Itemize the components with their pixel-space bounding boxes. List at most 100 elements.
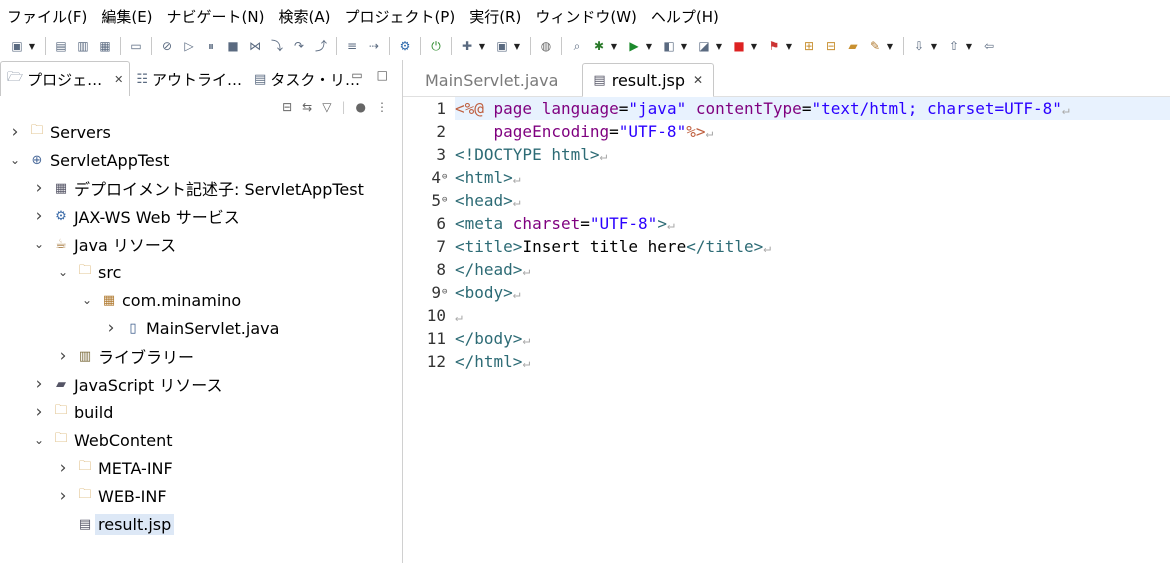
- tree-item[interactable]: › ⚙ JAX-WS Web サービス: [0, 203, 240, 229]
- stop-icon[interactable]: ■: [225, 38, 241, 54]
- step-over-icon[interactable]: ↷: [291, 38, 307, 54]
- step-return-icon[interactable]: ⤴: [313, 38, 329, 54]
- skip-icon[interactable]: ⊘: [159, 38, 175, 54]
- fold-toggle-icon[interactable]: ⊖: [442, 281, 447, 304]
- code-editor[interactable]: 1 2 3 4 ⊖ 5 ⊖ 6 7 8 9 ⊖ 10 11 12 <%@ page language="ja…: [403, 97, 1170, 563]
- menu-item-1[interactable]: 編集(E): [94, 6, 159, 27]
- collapse-all-icon[interactable]: ⊟: [282, 100, 292, 114]
- menu-item-5[interactable]: 実行(R): [462, 6, 528, 27]
- next-annotation-icon[interactable]: ⇩: [911, 38, 927, 54]
- open-type-icon[interactable]: ⊞: [801, 38, 817, 54]
- toggle-icon[interactable]: ≡: [344, 38, 360, 54]
- dropdown-arrow-icon[interactable]: ▼: [28, 38, 36, 54]
- suspend-icon[interactable]: ⏸: [203, 38, 219, 54]
- expanded-chevron-icon[interactable]: ⌄: [32, 433, 46, 447]
- close-icon[interactable]: ✕: [693, 73, 703, 87]
- tree-item[interactable]: ⌄ 🗀 WebContent: [0, 427, 173, 453]
- tree-item[interactable]: › 🗀 build: [0, 399, 114, 425]
- tab-project-explorer[interactable]: 🗁 プロジェ… ✕: [0, 61, 131, 96]
- dropdown-arrow-icon[interactable]: ▼: [645, 38, 653, 54]
- settings-icon[interactable]: ⚙: [397, 38, 413, 54]
- coverage-icon[interactable]: ◧: [661, 38, 677, 54]
- tree-item[interactable]: › 🗀 Servers: [0, 119, 111, 145]
- resume-icon[interactable]: ▷: [181, 38, 197, 54]
- tree-item[interactable]: › 🗀 META-INF: [0, 455, 173, 481]
- collapsed-chevron-icon[interactable]: ›: [56, 486, 70, 506]
- filter-icon[interactable]: ▽: [322, 100, 331, 114]
- brush-icon[interactable]: ✎: [867, 38, 883, 54]
- save-all-icon[interactable]: ▥: [75, 38, 91, 54]
- dropdown-arrow-icon[interactable]: ▼: [785, 38, 793, 54]
- debug-icon[interactable]: ✱: [591, 38, 607, 54]
- expanded-chevron-icon[interactable]: ⌄: [8, 153, 22, 167]
- console-icon[interactable]: ▭: [128, 38, 144, 54]
- folder-icon[interactable]: ▰: [845, 38, 861, 54]
- editor-tab-mainservlet-java[interactable]: MainServlet.java: [415, 64, 568, 96]
- menu-item-7[interactable]: ヘルプ(H): [644, 6, 726, 27]
- editor-tab-result-jsp[interactable]: ▤ result.jsp ✕: [582, 63, 715, 97]
- tree-item-selected[interactable]: ▤ result.jsp: [0, 511, 175, 537]
- external-tools-icon[interactable]: ◪: [696, 38, 712, 54]
- back-icon[interactable]: ⇦: [981, 38, 997, 54]
- new-icon[interactable]: ▣: [9, 38, 25, 54]
- menu-item-6[interactable]: ウィンドウ(W): [528, 6, 644, 27]
- run-icon[interactable]: ▶: [626, 38, 642, 54]
- tree-item[interactable]: › 🗀 WEB-INF: [0, 483, 167, 509]
- step-into-icon[interactable]: ⤵: [269, 38, 285, 54]
- tab-task-list[interactable]: ▤ タスク・リ…: [248, 62, 366, 96]
- terminal-icon[interactable]: ▦: [97, 38, 113, 54]
- dropdown-arrow-icon[interactable]: ▼: [965, 38, 973, 54]
- dropdown-arrow-icon[interactable]: ▼: [715, 38, 723, 54]
- minimize-icon[interactable]: ▭: [351, 68, 362, 82]
- menu-item-2[interactable]: ナビゲート(N): [160, 6, 272, 27]
- collapsed-chevron-icon[interactable]: ›: [56, 346, 70, 366]
- collapsed-chevron-icon[interactable]: ›: [32, 374, 46, 394]
- view-menu-icon[interactable]: ⋮: [376, 100, 388, 114]
- close-icon[interactable]: ✕: [114, 73, 123, 86]
- fold-toggle-icon[interactable]: ⊖: [442, 189, 447, 212]
- dropdown-arrow-icon[interactable]: ▼: [680, 38, 688, 54]
- new-server-icon[interactable]: ✚: [459, 38, 475, 54]
- tree-item[interactable]: ⌄ 🗀 src: [0, 259, 121, 285]
- dropdown-arrow-icon[interactable]: ▼: [610, 38, 618, 54]
- dropdown-arrow-icon[interactable]: ▼: [886, 38, 894, 54]
- open-folder-icon[interactable]: ⊟: [823, 38, 839, 54]
- dropdown-arrow-icon[interactable]: ▼: [930, 38, 938, 54]
- maximize-icon[interactable]: □: [377, 68, 388, 82]
- profile-icon[interactable]: ⚑: [766, 38, 782, 54]
- search-icon[interactable]: ⌕: [569, 38, 585, 54]
- tree-item[interactable]: ⌄ ▦ com.minamino: [0, 287, 241, 313]
- disconnect-icon[interactable]: ⋈: [247, 38, 263, 54]
- collapsed-chevron-icon[interactable]: ›: [32, 178, 46, 198]
- dropdown-arrow-icon[interactable]: ▼: [750, 38, 758, 54]
- collapsed-chevron-icon[interactable]: ›: [32, 206, 46, 226]
- collapsed-chevron-icon[interactable]: ›: [104, 318, 118, 338]
- globe-icon[interactable]: ◍: [538, 38, 554, 54]
- collapsed-chevron-icon[interactable]: ›: [32, 402, 46, 422]
- tree-item[interactable]: ⌄ ☕ Java リソース: [0, 231, 176, 257]
- fold-toggle-icon[interactable]: ⊖: [442, 166, 447, 189]
- tree-item[interactable]: › ▦ デプロイメント記述子: ServletAppTest: [0, 175, 364, 201]
- stop-red-icon[interactable]: ■: [731, 38, 747, 54]
- focus-icon[interactable]: ●: [356, 100, 366, 114]
- tab-outline[interactable]: ☷ アウトライ…: [130, 62, 248, 96]
- tree-item[interactable]: ⌄ ⊕ ServletAppTest: [0, 147, 169, 173]
- expanded-chevron-icon[interactable]: ⌄: [32, 237, 46, 251]
- dropdown-arrow-icon[interactable]: ▼: [478, 38, 486, 54]
- prev-annotation-icon[interactable]: ⇧: [946, 38, 962, 54]
- link-with-editor-icon[interactable]: ⇆: [302, 100, 312, 114]
- expanded-chevron-icon[interactable]: ⌄: [56, 265, 70, 279]
- tree-item[interactable]: › ▥ ライブラリー: [0, 343, 194, 369]
- tree-item[interactable]: › ▯ MainServlet.java: [0, 315, 280, 341]
- server-icon[interactable]: ▣: [494, 38, 510, 54]
- collapsed-chevron-icon[interactable]: ›: [56, 458, 70, 478]
- tasks-icon[interactable]: ⇢: [366, 38, 382, 54]
- save-icon[interactable]: ▤: [53, 38, 69, 54]
- tree-item[interactable]: › ▰ JavaScript リソース: [0, 371, 223, 397]
- dropdown-arrow-icon[interactable]: ▼: [513, 38, 521, 54]
- collapsed-chevron-icon[interactable]: ›: [8, 122, 22, 142]
- menu-item-0[interactable]: ファイル(F): [0, 6, 94, 27]
- menu-item-4[interactable]: プロジェクト(P): [337, 6, 462, 27]
- menu-item-3[interactable]: 検索(A): [271, 6, 337, 27]
- expanded-chevron-icon[interactable]: ⌄: [80, 293, 94, 307]
